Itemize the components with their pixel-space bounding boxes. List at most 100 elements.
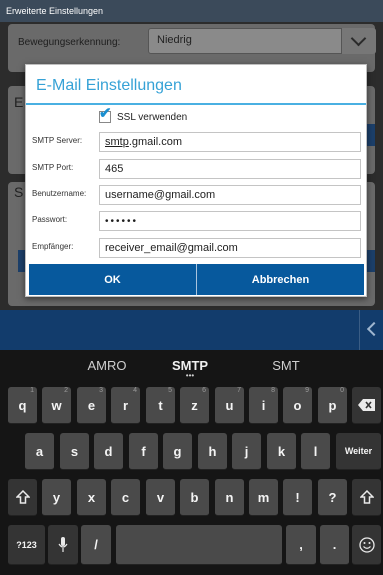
key-i[interactable]: i8: [249, 387, 278, 424]
smtp-port-input[interactable]: 465: [99, 159, 361, 179]
motion-detection-label: Bewegungserkennung:: [18, 37, 121, 48]
title-divider: [26, 103, 366, 105]
key-v[interactable]: v: [146, 479, 175, 516]
password-input[interactable]: ••••••: [99, 211, 361, 231]
smtp-server-input[interactable]: smtp.gmail.com: [99, 132, 361, 152]
key-d[interactable]: d: [94, 433, 123, 470]
key-label: t: [158, 397, 163, 413]
recipient-input[interactable]: receiver_email@gmail.com: [99, 238, 361, 258]
key-s[interactable]: s: [60, 433, 89, 470]
key-j[interactable]: j: [232, 433, 261, 470]
key-number: 2: [64, 387, 68, 394]
key-number: 9: [305, 387, 309, 394]
username-input[interactable]: username@gmail.com: [99, 185, 361, 205]
key-number: 3: [99, 387, 103, 394]
key-number: 4: [133, 387, 137, 394]
key-k[interactable]: k: [267, 433, 296, 470]
key-number: 5: [168, 387, 172, 394]
key-n[interactable]: n: [215, 479, 244, 516]
microphone-icon: [58, 536, 68, 552]
key-f[interactable]: f: [129, 433, 158, 470]
key-z[interactable]: z6: [180, 387, 209, 424]
key-g[interactable]: g: [163, 433, 192, 470]
shift-key-right[interactable]: [352, 479, 381, 516]
section-letter: S: [14, 184, 24, 200]
smtp-server-value-rest: .gmail.com: [128, 136, 183, 148]
smtp-port-label: SMTP Port:: [32, 163, 74, 172]
smtp-server-value-prefix: smtp: [105, 136, 129, 148]
ssl-checkbox[interactable]: ✔: [99, 106, 112, 123]
key-p[interactable]: p0: [318, 387, 347, 424]
microphone-key[interactable]: [48, 525, 78, 565]
soft-keyboard: AMRO SMTP ••• SMT q1 w2 e3 r4 t5 z6 u7 i…: [0, 350, 383, 575]
more-suggestions-icon[interactable]: •••: [175, 372, 205, 380]
key-label: r: [122, 397, 129, 413]
key-h[interactable]: h: [198, 433, 227, 470]
key-y[interactable]: y: [42, 479, 71, 516]
checkmark-icon: ✔: [99, 105, 112, 122]
key-slash[interactable]: /: [81, 525, 111, 565]
key-w[interactable]: w2: [42, 387, 71, 424]
ok-button[interactable]: OK: [29, 264, 196, 295]
key-question[interactable]: ?: [318, 479, 347, 516]
smtp-server-label: SMTP Server:: [32, 136, 83, 145]
ssl-label: SSL verwenden: [117, 111, 188, 123]
suggestion-strip: AMRO SMTP ••• SMT: [0, 350, 383, 380]
emoji-key[interactable]: [352, 525, 381, 565]
key-t[interactable]: t5: [146, 387, 175, 424]
enter-key[interactable]: Weiter: [336, 433, 381, 470]
shift-icon: [359, 490, 374, 504]
key-r[interactable]: r4: [111, 387, 140, 424]
space-key[interactable]: [116, 525, 282, 565]
key-period[interactable]: .: [320, 525, 349, 565]
key-label: w: [51, 397, 62, 413]
cancel-button[interactable]: Abbrechen: [196, 264, 364, 295]
key-q[interactable]: q1: [8, 387, 37, 424]
backspace-key[interactable]: [352, 387, 381, 424]
key-label: u: [225, 397, 234, 413]
dialog-button-bar: OK Abbrechen: [29, 264, 364, 295]
shift-key[interactable]: [8, 479, 37, 516]
key-number: 8: [271, 387, 275, 394]
keyboard-accessory-bar: [0, 310, 383, 350]
ssl-checkbox-row[interactable]: ✔ SSL verwenden: [99, 106, 188, 125]
key-exclamation[interactable]: !: [283, 479, 312, 516]
email-settings-dialog: E-Mail Einstellungen ✔ SSL verwenden SMT…: [25, 64, 367, 297]
key-a[interactable]: a: [25, 433, 54, 470]
chevron-down-icon[interactable]: [341, 28, 376, 54]
username-row: Benutzername: username@gmail.com: [26, 185, 366, 205]
key-label: p: [328, 397, 337, 413]
dialog-title: E-Mail Einstellungen: [36, 77, 182, 94]
recipient-row: Empfänger: receiver_email@gmail.com: [26, 238, 366, 258]
chevron-left-icon[interactable]: [359, 310, 383, 350]
window-title: Erweiterte Einstellungen: [0, 0, 383, 22]
key-number: 7: [237, 387, 241, 394]
shift-icon: [15, 490, 30, 504]
key-o[interactable]: o9: [283, 387, 312, 424]
key-label: o: [293, 397, 302, 413]
key-c[interactable]: c: [111, 479, 140, 516]
key-u[interactable]: u7: [215, 387, 244, 424]
username-label: Benutzername:: [32, 189, 87, 198]
key-b[interactable]: b: [180, 479, 209, 516]
key-l[interactable]: l: [301, 433, 330, 470]
suggestion-item[interactable]: SMT: [236, 358, 336, 373]
emoji-icon: [358, 536, 375, 553]
key-e[interactable]: e3: [77, 387, 106, 424]
key-number: 6: [202, 387, 206, 394]
motion-detection-value: Niedrig: [157, 34, 192, 46]
key-number: 1: [30, 387, 34, 394]
section-letter: E: [14, 94, 24, 110]
key-x[interactable]: x: [77, 479, 106, 516]
smtp-port-row: SMTP Port: 465: [26, 159, 366, 179]
key-label: q: [18, 397, 27, 413]
backspace-icon: [357, 399, 375, 411]
symbols-key[interactable]: ?123: [8, 525, 45, 565]
recipient-label: Empfänger:: [32, 242, 74, 251]
key-m[interactable]: m: [249, 479, 278, 516]
key-comma[interactable]: ,: [286, 525, 316, 565]
key-label: e: [87, 397, 96, 413]
password-row: Passwort: ••••••: [26, 211, 366, 231]
key-label: i: [261, 397, 266, 413]
smtp-server-row: SMTP Server: smtp.gmail.com: [26, 132, 366, 152]
